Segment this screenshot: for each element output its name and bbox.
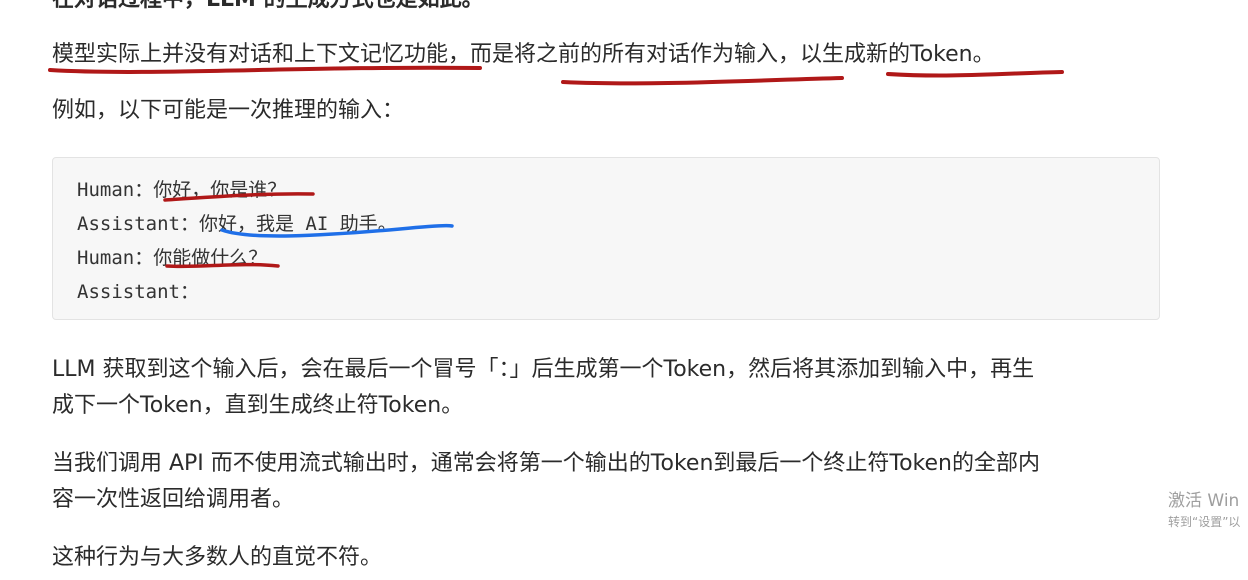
partial-heading: 在对话过程中，LLM 的生成方式也是如此。	[52, 0, 484, 14]
activation-watermark-line-2: 转到“设置”以	[1168, 515, 1241, 529]
code-line-human-2: Human：你能做什么？	[77, 247, 268, 269]
code-line-assistant-2: Assistant：	[77, 281, 199, 303]
paragraph-model-memory: 模型实际上并没有对话和上下文记忆功能，而是将之前的所有对话作为输入，以生成新的T…	[52, 42, 995, 67]
code-line-assistant-1: Assistant：你好，我是 AI 助手。	[77, 213, 397, 235]
paragraph-token-generation-line-2: 成下一个Token，直到生成终止符Token。	[52, 393, 464, 418]
activation-watermark-line-1: 激活 Win	[1168, 491, 1240, 511]
paragraph-example-intro: 例如，以下可能是一次推理的输入：	[52, 98, 405, 123]
paragraph-token-generation-line-1: LLM 获取到这个输入后，会在最后一个冒号「：」后生成第一个Token，然后将其…	[52, 357, 1035, 382]
paragraph-token-generation: LLM 获取到这个输入后，会在最后一个冒号「：」后生成第一个Token，然后将其…	[52, 352, 1162, 424]
paragraph-api-nonstream-line-2: 容一次性返回给调用者。	[52, 487, 295, 512]
paragraph-api-nonstream-line-1: 当我们调用 API 而不使用流式输出时，通常会将第一个输出的Token到最后一个…	[52, 451, 1040, 476]
paragraph-api-nonstream: 当我们调用 API 而不使用流式输出时，通常会将第一个输出的Token到最后一个…	[52, 446, 1162, 518]
code-block-conversation: Human：你好，你是谁？ Assistant：你好，我是 AI 助手。 Hum…	[52, 157, 1160, 320]
paragraph-intuition: 这种行为与大多数人的直觉不符。	[52, 545, 383, 570]
red-underline-para1-part2	[561, 76, 844, 86]
code-line-human-1: Human：你好，你是谁？	[77, 179, 287, 201]
